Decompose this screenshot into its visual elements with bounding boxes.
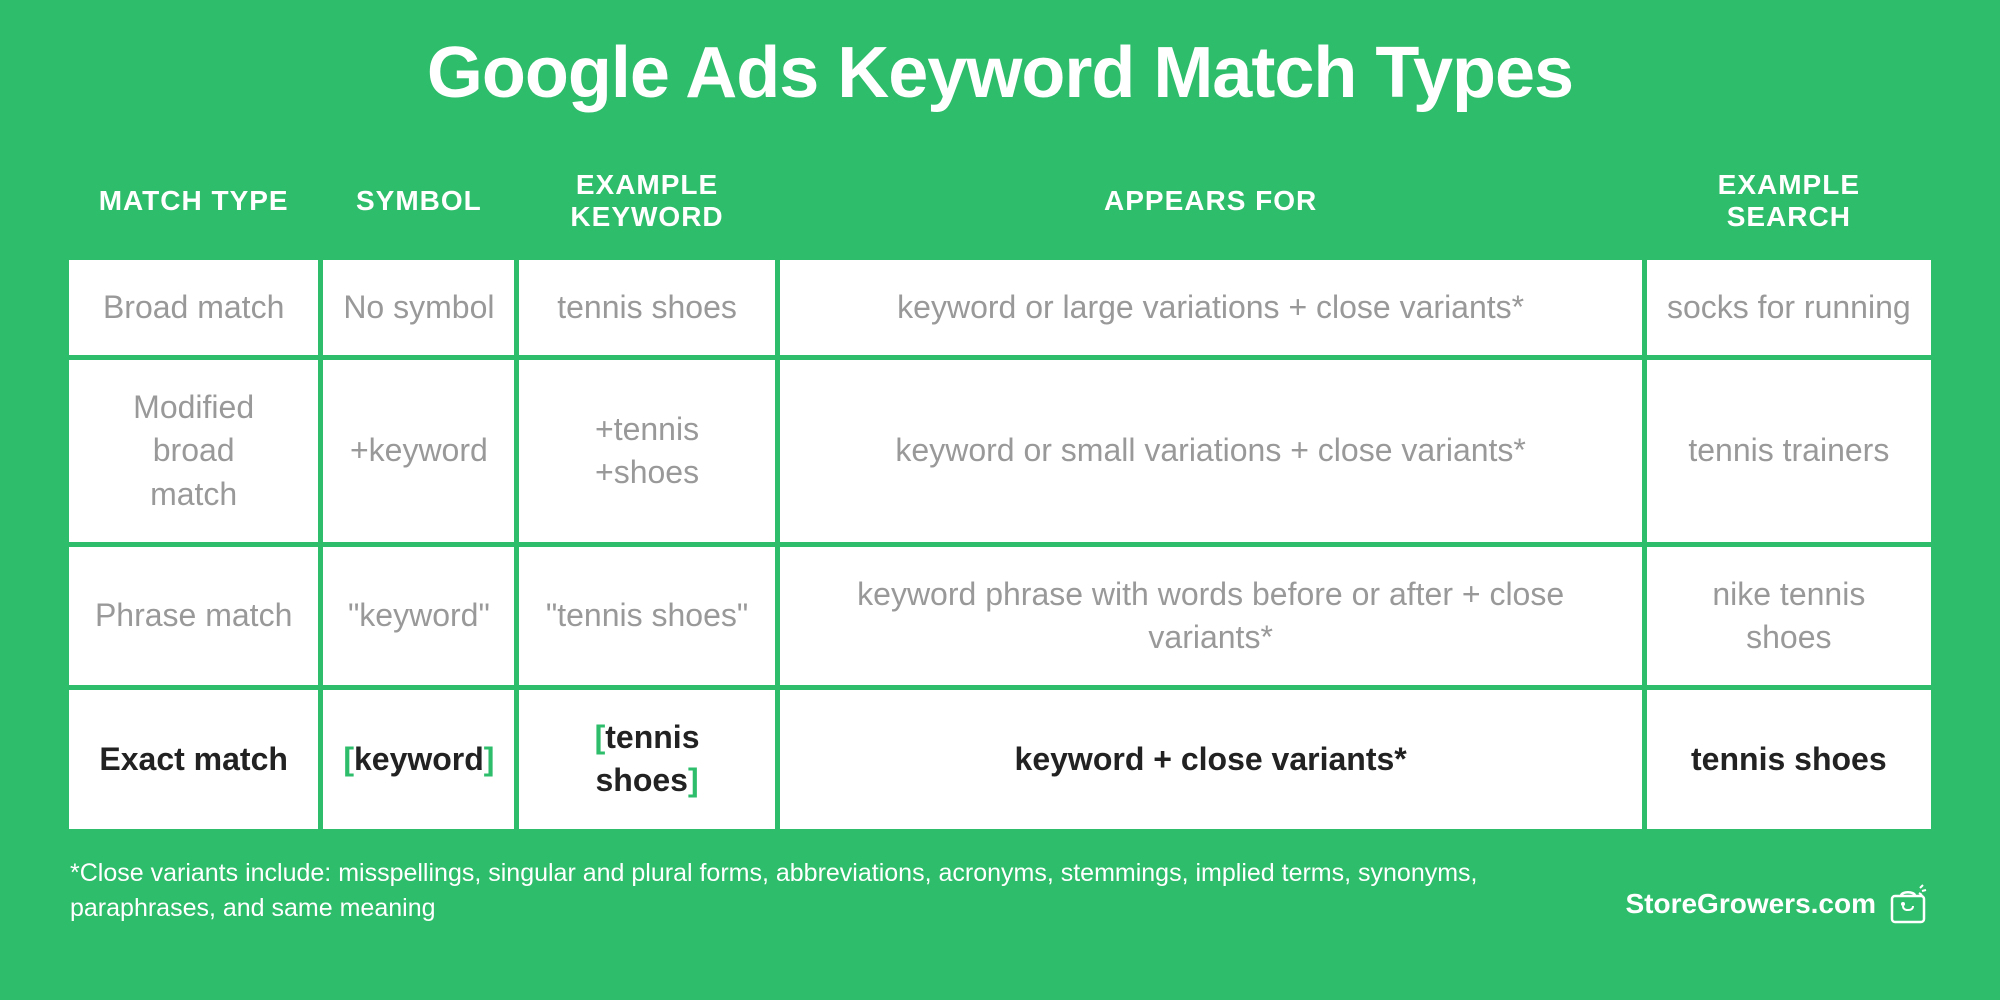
- keyword-cell: "tennis shoes": [519, 547, 774, 685]
- appears-for-cell: keyword or large variations + close vari…: [780, 260, 1642, 355]
- col-header-symbol: SYMBOL: [323, 147, 514, 255]
- col-header-match-type: MATCH TYPE: [69, 147, 318, 255]
- keyword-match-table: MATCH TYPE SYMBOL EXAMPLEKEYWORD APPEARS…: [64, 142, 1936, 834]
- brand-text: StoreGrowers.com: [1625, 888, 1876, 920]
- col-header-appears-for: APPEARS FOR: [780, 147, 1642, 255]
- brand-label: StoreGrowers.com: [1625, 882, 1930, 926]
- example-search-cell: tennis shoes: [1647, 690, 1931, 828]
- example-search-cell: tennis trainers: [1647, 360, 1931, 542]
- match-type-cell: Modified broad match: [69, 360, 318, 542]
- table-row: Phrase match"keyword""tennis shoes"keywo…: [69, 547, 1931, 685]
- appears-for-cell: keyword + close variants*: [780, 690, 1642, 828]
- keyword-cell: tennis shoes: [519, 260, 774, 355]
- keyword-cell: [tennis shoes]: [519, 690, 774, 828]
- col-header-example-search: EXAMPLESEARCH: [1647, 147, 1931, 255]
- symbol-cell: [keyword]: [323, 690, 514, 828]
- bag-icon: [1886, 882, 1930, 926]
- col-header-keyword: EXAMPLEKEYWORD: [519, 147, 774, 255]
- main-table-container: MATCH TYPE SYMBOL EXAMPLEKEYWORD APPEARS…: [60, 138, 1940, 838]
- table-row: Modified broad match+keyword+tennis +sho…: [69, 360, 1931, 542]
- footnote-text: *Close variants include: misspellings, s…: [70, 856, 1570, 926]
- symbol-cell: +keyword: [323, 360, 514, 542]
- match-type-cell: Exact match: [69, 690, 318, 828]
- symbol-cell: "keyword": [323, 547, 514, 685]
- example-search-cell: nike tennis shoes: [1647, 547, 1931, 685]
- appears-for-cell: keyword phrase with words before or afte…: [780, 547, 1642, 685]
- page-title: Google Ads Keyword Match Types: [387, 0, 1613, 138]
- match-type-cell: Phrase match: [69, 547, 318, 685]
- table-row: Broad matchNo symboltennis shoeskeyword …: [69, 260, 1931, 355]
- table-row: Exact match[keyword][tennis shoes]keywor…: [69, 690, 1931, 828]
- symbol-cell: No symbol: [323, 260, 514, 355]
- keyword-cell: +tennis +shoes: [519, 360, 774, 542]
- appears-for-cell: keyword or small variations + close vari…: [780, 360, 1642, 542]
- match-type-cell: Broad match: [69, 260, 318, 355]
- footnote-area: *Close variants include: misspellings, s…: [60, 838, 1940, 926]
- example-search-cell: socks for running: [1647, 260, 1931, 355]
